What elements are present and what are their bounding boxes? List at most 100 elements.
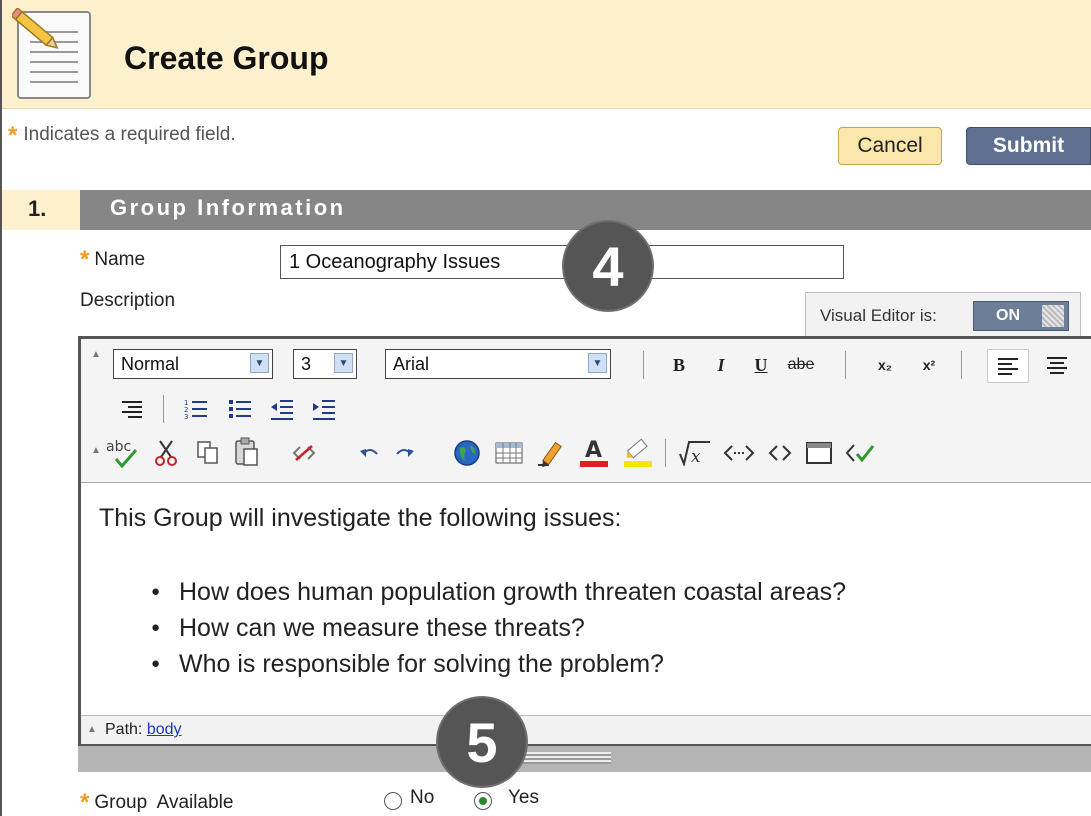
indent-button[interactable] (309, 395, 339, 423)
outdent-icon (271, 400, 293, 420)
available-no-radio[interactable] (384, 792, 402, 810)
visual-editor-tab: Visual Editor is: ON (805, 292, 1081, 340)
collapse-row-icon[interactable]: ▲ (91, 445, 101, 456)
group-available-label-text: Group Available (94, 792, 234, 813)
content-bullet-list: How does human population growth threate… (151, 574, 846, 682)
outdent-button[interactable] (267, 395, 297, 423)
text-color-button[interactable]: A (577, 435, 611, 471)
toolbar-separator (643, 351, 644, 379)
list-item: How does human population growth threate… (151, 574, 846, 610)
group-available-label: * Group Available (80, 787, 234, 816)
collapse-statusbar-icon[interactable]: ▲ (87, 724, 97, 735)
chevron-down-icon: ▼ (334, 353, 353, 373)
svg-text:3: 3 (184, 413, 188, 420)
svg-text:abc: abc (106, 439, 131, 455)
editor-resize-bar[interactable] (78, 746, 1091, 772)
name-input[interactable] (280, 245, 844, 279)
align-right-button[interactable] (117, 395, 147, 423)
collapse-toolbar-icon[interactable]: ▲ (91, 349, 101, 360)
globe-icon (454, 440, 480, 466)
section-header: 1. Group Information (2, 190, 1091, 230)
strikethrough-button[interactable]: abe (781, 351, 821, 379)
copy-button[interactable] (193, 437, 223, 469)
visual-editor-toggle[interactable]: ON (973, 301, 1069, 331)
highlight-color-button[interactable] (621, 435, 655, 471)
content-intro: This Group will investigate the followin… (99, 504, 622, 532)
html-code-button[interactable] (765, 439, 795, 467)
toolbar-separator (665, 439, 666, 467)
numbered-list-icon: 123 (184, 399, 207, 420)
insert-link-button[interactable] (451, 437, 483, 469)
name-label: * Name (80, 244, 146, 273)
align-right-icon (122, 401, 142, 418)
numbered-list-button[interactable]: 123 (181, 395, 211, 423)
redo-icon (396, 449, 414, 457)
cancel-button[interactable]: Cancel (838, 127, 942, 165)
remove-format-icon (292, 445, 316, 461)
font-size-select[interactable]: 3 ▼ (293, 349, 357, 379)
svg-text:x: x (691, 447, 701, 466)
visual-editor-label: Visual Editor is: (820, 306, 937, 325)
undo-button[interactable] (355, 439, 385, 467)
spell-check-html-button[interactable] (843, 439, 877, 467)
draw-button[interactable] (535, 437, 567, 469)
remove-format-button[interactable] (289, 439, 319, 467)
toolbar-separator (961, 351, 962, 379)
description-label: Description (80, 290, 176, 311)
page-title: Create Group (124, 40, 329, 76)
editor-toolbar: ▲ Normal ▼ 3 ▼ Arial ▼ B I U abe x₂ x² 1… (81, 339, 1091, 483)
callout-badge-5: 5 (438, 698, 526, 786)
spellcheck-button[interactable]: abc (105, 435, 141, 471)
required-star-icon: * (80, 246, 90, 273)
code-icon (768, 445, 792, 461)
path-label: Path: (105, 721, 143, 738)
text-color-icon: A (580, 438, 608, 467)
math-icon: x (679, 441, 710, 466)
name-label-text: Name (94, 249, 146, 270)
arrows-icon (723, 445, 755, 461)
callout-badge-4: 4 (564, 222, 652, 310)
superscript-button[interactable]: x² (913, 351, 945, 379)
align-center-icon (1047, 357, 1067, 374)
pencil-icon (538, 441, 562, 467)
align-center-button[interactable] (1037, 349, 1077, 381)
submit-button[interactable]: Submit (966, 127, 1091, 165)
cut-button[interactable] (151, 437, 181, 469)
visual-editor-state: ON (996, 307, 1020, 324)
scissors-icon (155, 440, 177, 466)
format-select[interactable]: Normal ▼ (113, 349, 273, 379)
preview-button[interactable] (803, 439, 835, 467)
text-editor: ▲ Normal ▼ 3 ▼ Arial ▼ B I U abe x₂ x² 1… (78, 336, 1091, 746)
subscript-button[interactable]: x₂ (869, 351, 901, 379)
undo-icon (360, 449, 378, 457)
toolbar-separator (845, 351, 846, 379)
available-yes-label: Yes (508, 787, 539, 808)
spellcheck-icon: abc (106, 439, 138, 469)
editor-content[interactable]: This Group will investigate the followin… (81, 483, 1091, 715)
toolbar-separator (163, 395, 164, 423)
available-no-label: No (410, 787, 435, 808)
chevron-down-icon: ▼ (588, 353, 607, 373)
redo-button[interactable] (389, 439, 419, 467)
chevron-down-icon: ▼ (250, 353, 269, 373)
paste-button[interactable] (231, 435, 263, 469)
mashup-button[interactable] (721, 439, 757, 467)
toggle-grip-icon (1042, 305, 1064, 327)
list-item: How can we measure these threats? (151, 610, 846, 646)
page-header: Create Group (2, 0, 1091, 109)
available-yes-radio[interactable] (474, 792, 492, 810)
bold-button[interactable]: B (665, 351, 693, 379)
bulleted-list-button[interactable] (225, 395, 255, 423)
underline-button[interactable]: U (747, 351, 775, 379)
document-pencil-icon (12, 8, 91, 99)
align-left-icon (998, 358, 1018, 375)
align-left-button[interactable] (987, 349, 1029, 383)
path-body-link[interactable]: body (147, 721, 182, 738)
equation-button[interactable]: x (677, 437, 713, 469)
path-display: Path: body (105, 721, 182, 739)
insert-table-button[interactable] (493, 439, 525, 467)
font-family-select[interactable]: Arial ▼ (385, 349, 611, 379)
code-check-icon (845, 444, 875, 463)
italic-button[interactable]: I (707, 351, 735, 379)
resize-grip-icon[interactable] (521, 752, 611, 764)
